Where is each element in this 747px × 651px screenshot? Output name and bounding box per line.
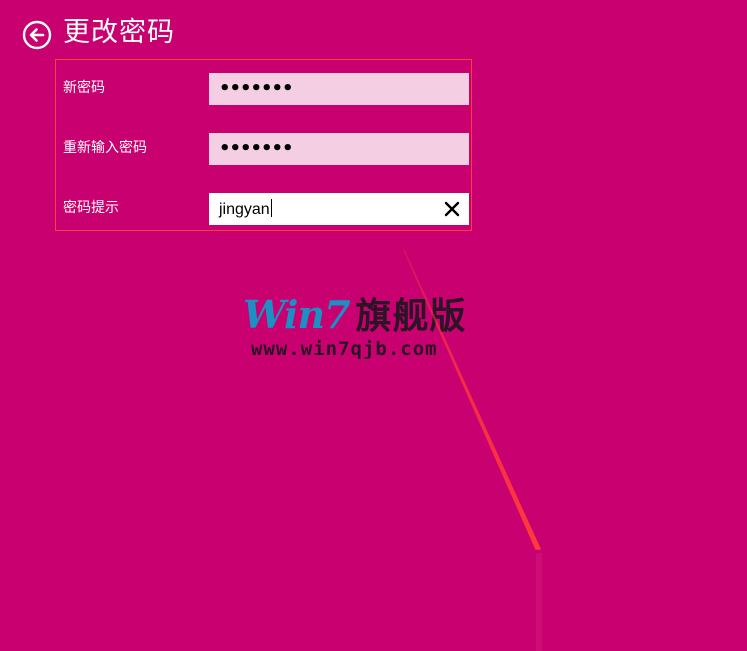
password-hint-value: jingyan (219, 201, 270, 218)
page-title: 更改密码 (63, 17, 175, 48)
new-password-masked-value: ••••••• (219, 78, 294, 99)
password-hint-label: 密码提示 (63, 200, 119, 216)
back-arrow-circle-icon (22, 20, 52, 50)
back-button[interactable] (22, 20, 52, 50)
close-icon (444, 201, 460, 217)
clear-hint-button[interactable] (443, 200, 461, 218)
new-password-field[interactable]: ••••••• (209, 73, 469, 105)
password-hint-field[interactable]: jingyan (209, 193, 469, 225)
text-caret (270, 199, 272, 217)
watermark-brand: Win7 旗舰版 (243, 292, 467, 340)
confirm-password-field[interactable]: ••••••• (209, 133, 469, 165)
password-hint-value-wrap: jingyan (219, 199, 272, 221)
watermark-url: www.win7qjb.com (251, 338, 438, 360)
confirm-password-masked-value: ••••••• (219, 138, 294, 159)
new-password-label: 新密码 (63, 80, 105, 96)
confirm-password-label: 重新输入密码 (63, 140, 147, 156)
watermark-brand-cjk: 旗舰版 (355, 296, 467, 337)
watermark-brand-latin: Win7 (243, 292, 351, 337)
watermark: Win7 旗舰版 www.win7qjb.com (243, 292, 483, 364)
